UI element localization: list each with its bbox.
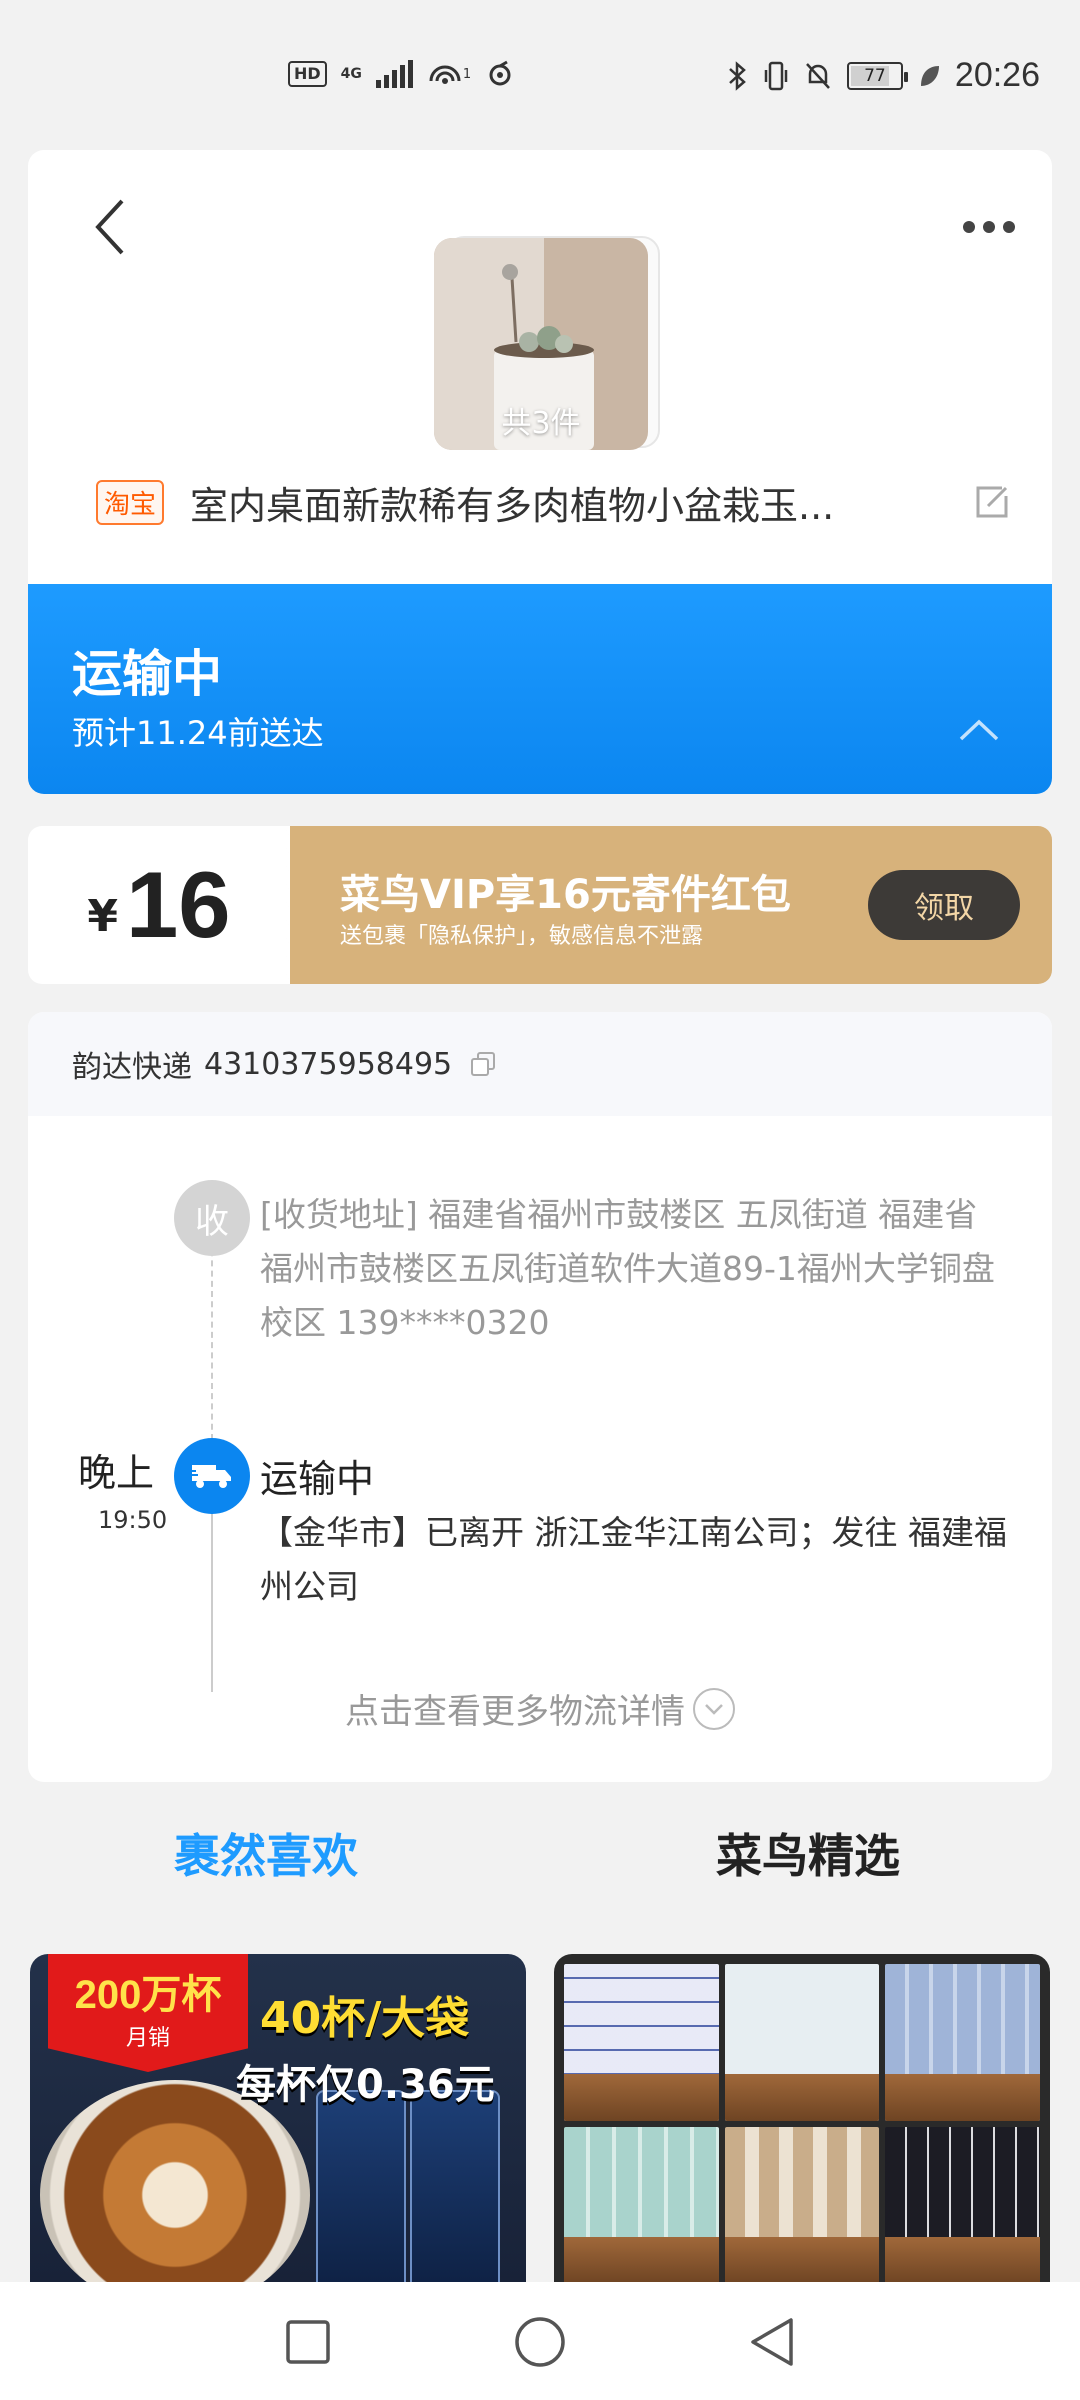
vip-coupon-banner[interactable]: ¥ 16 菜鸟VIP享16元寄件红包 送包裹「隐私保护」，敏感信息不泄露 领取	[28, 826, 1052, 984]
tab-cainiao-jingxuan[interactable]: 菜鸟精选	[716, 1820, 900, 1886]
status-bar: HD 4G 1 77 20:26	[0, 0, 1080, 150]
receive-node: 收	[174, 1180, 250, 1256]
tracking-card: 韵达快递 4310375958495 收 [收货地址] 福建省福州市鼓楼区 五凤…	[28, 1012, 1052, 1782]
recommend-tabs: 裹然喜欢 菜鸟精选	[0, 1810, 1080, 1900]
coffee-bag-image	[316, 2090, 406, 2284]
tablecloth-image	[724, 1964, 880, 2121]
tablecloth-image	[724, 2127, 880, 2284]
back-button[interactable]	[80, 192, 140, 262]
battery-icon: 77	[846, 61, 908, 90]
coupon-perforation	[282, 826, 304, 984]
copy-icon[interactable]	[468, 1049, 498, 1079]
hotspot-icon: 1	[427, 56, 471, 92]
collapse-button[interactable]	[954, 710, 1004, 750]
event-period: 晚上	[78, 1451, 155, 1495]
tablecloth-image	[564, 1964, 719, 2121]
product-card-coffee[interactable]: 200万杯 月销 40杯/大袋 每杯仅0.36元	[30, 1954, 526, 2284]
sales-badge: 200万杯 月销	[48, 1954, 248, 2072]
system-nav-bar	[0, 2282, 1080, 2400]
tracking-number: 4310375958495	[204, 1046, 453, 1082]
shipping-status-banner: 运输中 预计11.24前送达	[28, 584, 1052, 794]
coupon-currency: ¥	[87, 890, 119, 942]
coupon-amount: 16	[126, 852, 231, 957]
more-logistics-label: 点击查看更多物流详情	[345, 1692, 685, 1732]
chevron-left-icon	[95, 199, 124, 255]
bluetooth-icon	[727, 58, 749, 94]
carrier-name: 韵达快递	[72, 1050, 192, 1085]
coffee-bag-image	[410, 2090, 500, 2284]
triangle-back-icon	[751, 2318, 793, 2366]
tablecloth-image	[885, 2127, 1040, 2284]
event-detail: 【金华市】已离开 浙江金华江南公司；发往 福建福州公司	[260, 1513, 1007, 1606]
network-label: 4G	[340, 66, 362, 82]
mute-bell-icon	[803, 58, 833, 94]
receive-address: [收货地址] 福建省福州市鼓楼区 五凤街道 福建省福州市鼓楼区五凤街道软件大道8…	[260, 1195, 995, 1342]
product-title-row: 淘宝 室内桌面新款稀有多肉植物小盆栽玉...	[96, 472, 1016, 532]
nav-back-button[interactable]	[740, 2310, 804, 2374]
sales-badge-count: 200万杯	[74, 1973, 222, 2017]
sync-icon	[485, 56, 515, 92]
edit-icon[interactable]	[968, 478, 1016, 526]
nav-home-button[interactable]	[508, 2310, 572, 2374]
status-eta: 预计11.24前送达	[72, 714, 324, 752]
coupon-info-block: 菜鸟VIP享16元寄件红包 送包裹「隐私保护」，敏感信息不泄露 领取	[304, 826, 1052, 984]
hd-icon: HD	[288, 61, 327, 87]
ellipsis-icon	[963, 221, 1015, 233]
claim-button[interactable]: 领取	[868, 870, 1020, 940]
square-icon	[286, 2320, 330, 2364]
order-header-card: 共3件 淘宝 室内桌面新款稀有多肉植物小盆栽玉...	[28, 150, 1052, 584]
nav-recent-button[interactable]	[276, 2310, 340, 2374]
product-title[interactable]: 室内桌面新款稀有多肉植物小盆栽玉...	[190, 475, 890, 530]
coffee-cup-image	[40, 2080, 310, 2284]
event-status: 运输中	[260, 1457, 375, 1501]
coupon-headline: 菜鸟VIP享16元寄件红包	[340, 872, 791, 918]
coupon-subtext: 送包裹「隐私保护」，敏感信息不泄露	[340, 924, 704, 949]
more-logistics-link[interactable]: 点击查看更多物流详情	[28, 1684, 1052, 1733]
tab-guoran-xihuan[interactable]: 裹然喜欢	[174, 1820, 358, 1886]
status-title: 运输中	[72, 645, 222, 703]
promo-line-2: 每杯仅0.36元	[236, 2062, 495, 2108]
promo-line-1: 40杯/大袋	[260, 1993, 470, 2044]
clock: 20:26	[954, 56, 1040, 94]
tablecloth-image	[564, 2127, 719, 2284]
leaf-icon	[917, 58, 941, 94]
signal-icon	[375, 60, 413, 88]
vibrate-icon	[763, 58, 789, 94]
product-card-tablecloth[interactable]	[554, 1954, 1050, 2284]
event-time: 19:50	[98, 1506, 168, 1534]
status-left: HD 4G 1	[288, 56, 515, 92]
tablecloth-image-grid	[564, 1964, 1040, 2284]
more-button[interactable]	[954, 202, 1024, 252]
timeline-connector-dotted	[211, 1240, 213, 1440]
chevron-up-icon	[959, 719, 999, 741]
product-thumbnail[interactable]: 共3件	[434, 238, 648, 450]
tablecloth-image	[885, 1964, 1040, 2121]
truck-icon	[190, 1465, 231, 1488]
timeline-connector	[211, 1492, 213, 1692]
transit-node	[174, 1438, 250, 1514]
platform-tag: 淘宝	[96, 479, 165, 525]
coupon-amount-block: ¥ 16	[28, 826, 290, 984]
chevron-down-icon	[693, 1687, 735, 1730]
circle-icon	[515, 2317, 565, 2367]
sales-badge-label: 月销	[125, 2026, 170, 2051]
item-count-label: 共3件	[501, 406, 581, 441]
carrier-row: 韵达快递 4310375958495	[28, 1012, 1052, 1116]
status-right: 77 20:26	[727, 56, 1040, 95]
hotspot-sup: 1	[462, 66, 472, 82]
network-type: 4G	[341, 56, 362, 92]
